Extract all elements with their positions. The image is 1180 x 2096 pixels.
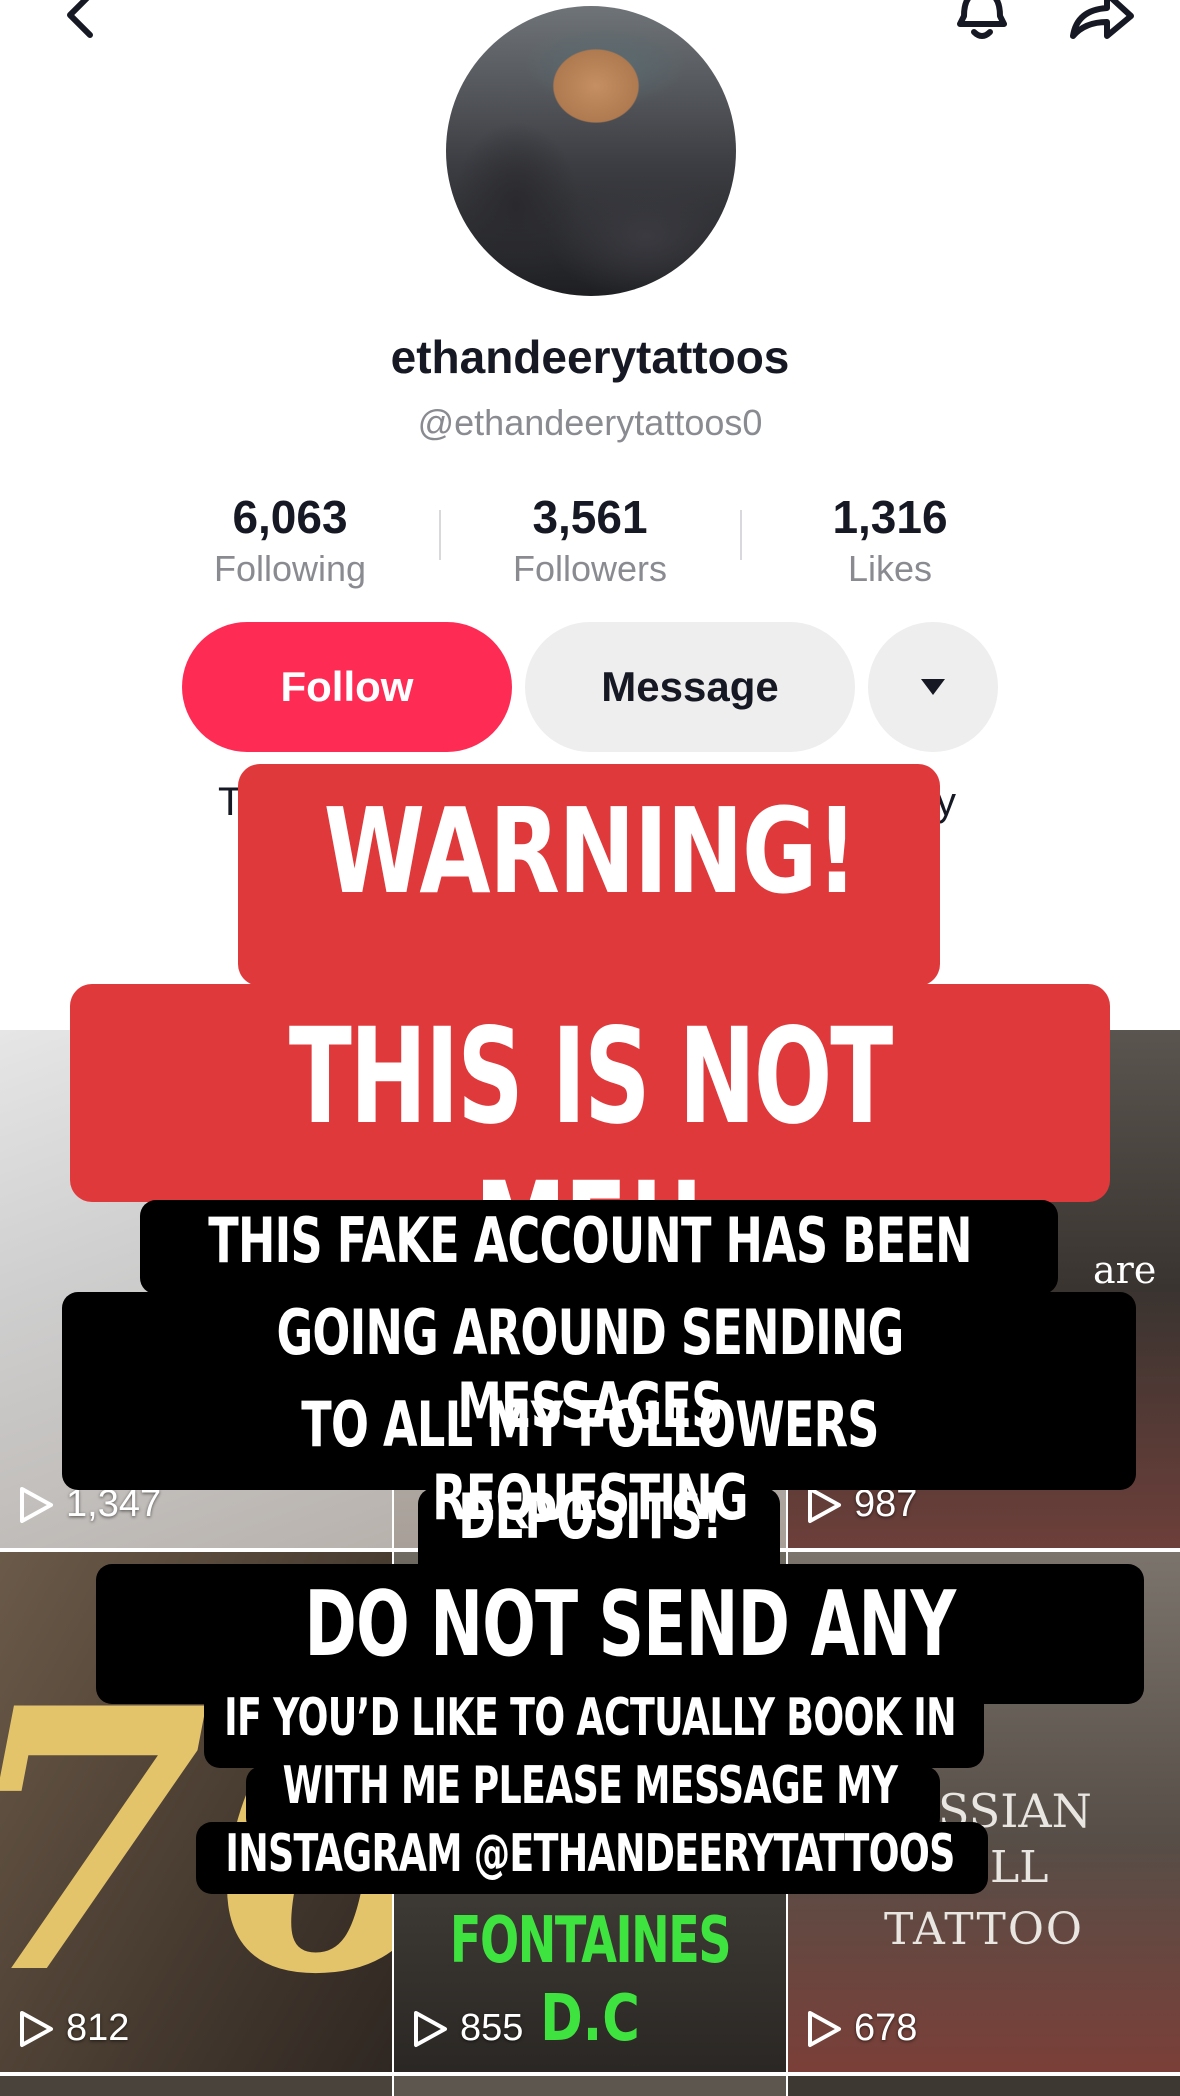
share-icon [1070, 0, 1134, 39]
view-count: 678 [806, 2007, 917, 2050]
message-button[interactable]: Message [525, 622, 855, 752]
video-tile[interactable] [0, 2076, 392, 2096]
booking-line: INSTAGRAM @ETHANDEERYTATTOOS [225, 1824, 955, 1884]
username-handle: @ethandeerytattoos0 [417, 402, 763, 443]
play-icon [808, 2010, 841, 2047]
video-tile[interactable] [788, 2076, 1180, 2096]
display-name: ethandeerytattoos [390, 331, 790, 383]
stat-label: Following [213, 548, 367, 589]
caret-down-icon [921, 679, 945, 695]
booking-line: WITH ME PLEASE MESSAGE MY [282, 1756, 898, 1816]
tile-caption: FONTAINES [449, 1904, 732, 1978]
view-count: 812 [18, 2007, 129, 2050]
stat-likes[interactable]: 1,316 Likes [740, 490, 1040, 590]
warning-title: WARNING! [323, 782, 858, 920]
stat-value: 1,316 [832, 491, 948, 543]
stat-label: Likes [847, 548, 933, 589]
view-count-value: 678 [854, 2007, 918, 2049]
stat-value: 6,063 [232, 491, 348, 543]
booking-line: IF YOU’D LIKE TO ACTUALLY BOOK IN [224, 1688, 956, 1748]
avatar[interactable] [446, 6, 736, 296]
view-count-value: 855 [460, 2007, 524, 2049]
view-count-value: 812 [66, 2007, 130, 2049]
back-button[interactable] [40, 0, 120, 46]
notification-button[interactable] [942, 0, 1022, 46]
tile-caption: TATTOO [884, 1904, 1084, 1955]
video-tile[interactable] [394, 2076, 786, 2096]
bell-icon [957, 0, 1007, 39]
play-icon [20, 2010, 53, 2047]
stat-label: Followers [512, 548, 668, 589]
stat-following[interactable]: 6,063 Following [140, 490, 440, 590]
back-arrow-icon [67, 0, 93, 38]
notice-line: DEPOSITS! [458, 1480, 722, 1553]
follow-button[interactable]: Follow [182, 622, 512, 752]
view-count: 855 [412, 2007, 523, 2050]
tile-caption: are [1093, 1248, 1157, 1292]
stat-followers[interactable]: 3,561 Followers [440, 490, 740, 590]
play-icon [414, 2010, 447, 2047]
notice-line: THIS FAKE ACCOUNT HAS BEEN [208, 1204, 972, 1277]
more-options-button[interactable] [868, 622, 998, 752]
share-button[interactable] [1062, 0, 1142, 46]
stat-value: 3,561 [532, 491, 648, 543]
play-icon [20, 1486, 53, 1523]
